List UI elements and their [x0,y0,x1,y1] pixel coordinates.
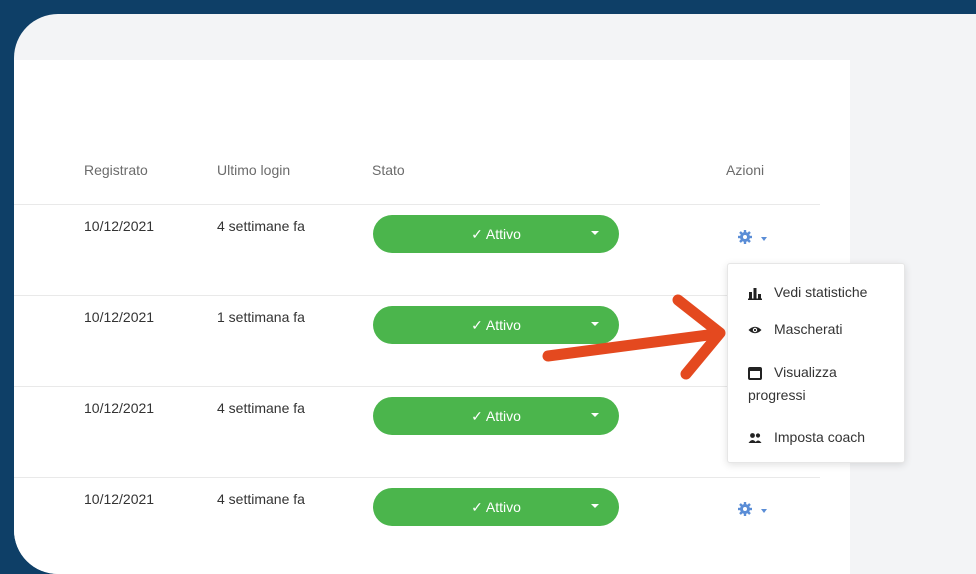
registered-date: 10/12/2021 [84,400,155,416]
status-label: ✓ Attivo [471,408,521,424]
gear-icon [738,230,752,244]
last-login: 1 settimana fa [217,309,305,325]
column-header-actions: Azioni [726,162,765,178]
caret-down-icon [591,504,599,508]
column-header-status[interactable]: Stato [372,162,405,178]
eye-icon [748,326,762,334]
caret-down-icon [761,237,767,241]
menu-item-set-coach[interactable]: Imposta coach [728,429,904,447]
registered-date: 10/12/2021 [84,491,155,507]
menu-item-label-continued: progressi [748,387,806,403]
actions-menu: Vedi statistiche Mascherati Visualizza p… [727,263,905,463]
bar-chart-icon [748,288,762,300]
registered-date: 10/12/2021 [84,218,155,234]
last-login: 4 settimane fa [217,400,305,416]
registered-date: 10/12/2021 [84,309,155,325]
menu-item-view-progress[interactable]: Visualizza progressi [728,364,904,406]
menu-item-impersonate[interactable]: Mascherati [728,321,904,339]
menu-item-stats[interactable]: Vedi statistiche [728,284,904,302]
users-icon [748,433,762,443]
status-dropdown[interactable]: ✓ Attivo [373,215,619,253]
menu-item-label: Imposta coach [774,429,866,445]
caret-down-icon [591,231,599,235]
actions-button[interactable] [737,501,777,521]
status-label: ✓ Attivo [471,499,521,515]
gear-icon [738,502,752,516]
column-header-registered[interactable]: Registrato [84,162,148,178]
menu-item-label: Visualizza [774,364,837,380]
calendar-icon [748,367,762,380]
column-header-last-login[interactable]: Ultimo login [217,162,290,178]
last-login: 4 settimane fa [217,218,305,234]
status-dropdown[interactable]: ✓ Attivo [373,397,619,435]
last-login: 4 settimane fa [217,491,305,507]
menu-item-label: Vedi statistiche [774,284,868,300]
caret-down-icon [591,413,599,417]
status-dropdown[interactable]: ✓ Attivo [373,488,619,526]
actions-button[interactable] [737,229,777,249]
annotation-arrow-icon [542,294,726,380]
row-divider [14,477,820,478]
status-label: ✓ Attivo [471,226,521,242]
caret-down-icon [761,509,767,513]
menu-item-label: Mascherati [774,321,843,337]
header-divider [14,204,820,205]
